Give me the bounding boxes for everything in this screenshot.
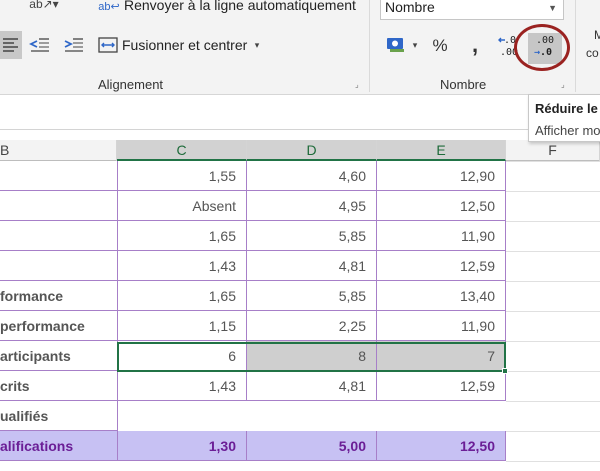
cell-d[interactable]: 5,85 — [247, 221, 377, 251]
comma-style-icon[interactable]: , — [466, 32, 484, 57]
row-label[interactable]: articipants — [0, 341, 117, 371]
merge-dropdown-icon[interactable]: ▾ — [252, 40, 262, 50]
cell-e[interactable]: 12,90 — [377, 161, 506, 191]
ribbon: ab↗▾ ab↩ Renvoyer à la ligne automatique… — [0, 0, 600, 95]
table-row: crits 1,43 4,81 12,59 — [0, 371, 506, 401]
cell-d[interactable]: 4,60 — [247, 161, 377, 191]
cell-e[interactable]: 11,90 — [377, 311, 506, 341]
cell-e[interactable]: 11,90 — [377, 221, 506, 251]
column-header-d[interactable]: D — [247, 140, 377, 161]
currency-icon[interactable] — [385, 34, 407, 56]
tooltip-description: Afficher mo — [535, 123, 600, 138]
cell-c[interactable]: 6 — [117, 341, 247, 371]
row-label[interactable] — [0, 161, 117, 191]
cell-d[interactable]: 5,85 — [247, 281, 377, 311]
cell-d[interactable]: 5,00 — [247, 431, 377, 461]
cell-c[interactable]: 1,15 — [117, 311, 247, 341]
cell-d[interactable]: 4,95 — [247, 191, 377, 221]
cell-c[interactable]: 1,65 — [117, 281, 247, 311]
column-header-e[interactable]: E — [377, 140, 506, 161]
cell-c[interactable]: 1,65 — [117, 221, 247, 251]
decrease-indent-icon[interactable] — [29, 34, 51, 56]
chevron-down-icon: ▼ — [548, 3, 557, 13]
number-group-label: Nombre — [440, 77, 487, 92]
table-row: 1,65 5,85 11,90 — [0, 221, 506, 251]
cell-e[interactable]: 7 — [377, 341, 506, 371]
row-label[interactable]: formance — [0, 281, 117, 311]
cell-c[interactable]: 1,30 — [117, 431, 247, 461]
styles-cut-bottom: co — [586, 46, 599, 60]
empty-grid — [506, 161, 600, 471]
row-label[interactable] — [0, 191, 117, 221]
align-left-button[interactable] — [0, 31, 22, 59]
tooltip-title: Réduire le — [535, 101, 598, 116]
tooltip: Réduire le Afficher mo — [528, 94, 600, 142]
cell-d[interactable]: 8 — [247, 341, 377, 371]
percent-icon[interactable]: % — [430, 35, 450, 57]
column-headers: B C D E F — [0, 140, 600, 161]
formula-bar[interactable] — [0, 111, 600, 130]
cell-e[interactable]: 12,59 — [377, 251, 506, 281]
cell-c[interactable]: Absent — [117, 191, 247, 221]
cell-e[interactable] — [377, 401, 506, 431]
fill-handle[interactable] — [502, 368, 508, 374]
orientation-icon[interactable]: ab↗▾ — [29, 0, 58, 12]
row-label[interactable]: alifications — [0, 431, 117, 461]
cell-c[interactable]: 1,43 — [117, 251, 247, 281]
cell-e[interactable]: 12,59 — [377, 371, 506, 401]
cell-d[interactable]: 4,81 — [247, 251, 377, 281]
cell-d[interactable]: 4,81 — [247, 371, 377, 401]
row-label[interactable] — [0, 251, 117, 281]
table-row: alifications 1,30 5,00 12,50 — [0, 431, 506, 461]
cell-c[interactable] — [117, 401, 247, 431]
highlight-circle — [514, 24, 570, 71]
cell-c[interactable]: 1,55 — [117, 161, 247, 191]
currency-dropdown-icon[interactable]: ▾ — [410, 40, 420, 50]
cell-e[interactable]: 12,50 — [377, 431, 506, 461]
table-row: 1,43 4,81 12,59 — [0, 251, 506, 281]
number-launcher-icon[interactable]: ⌟ — [561, 81, 569, 89]
table-row: performance 1,15 2,25 11,90 — [0, 311, 506, 341]
wrap-text-icon[interactable]: ab↩ — [98, 0, 119, 14]
ribbon-border — [0, 94, 600, 95]
row-label[interactable]: crits — [0, 371, 117, 401]
alignment-group-label: Alignement — [98, 77, 164, 92]
row-label[interactable]: performance — [0, 311, 117, 341]
styles-cut-top: M — [594, 28, 600, 42]
cell-d[interactable] — [247, 401, 377, 431]
merge-center-icon[interactable] — [98, 36, 118, 54]
cell-d[interactable]: 2,25 — [247, 311, 377, 341]
increase-indent-icon[interactable] — [63, 34, 85, 56]
number-format-dropdown[interactable]: Nombre ▼ — [380, 0, 564, 20]
column-header-b[interactable]: B — [0, 140, 117, 161]
table-row: formance 1,65 5,85 13,40 — [0, 281, 506, 311]
table-row: articipants 6 8 7 — [0, 341, 506, 371]
table-row: ualifiés — [0, 401, 506, 431]
group-separator — [369, 0, 370, 92]
cell-e[interactable]: 13,40 — [377, 281, 506, 311]
table-row: Absent 4,95 12,50 — [0, 191, 506, 221]
group-separator — [575, 0, 576, 92]
alignment-launcher-icon[interactable]: ⌟ — [355, 81, 363, 89]
number-format-value: Nombre — [385, 0, 435, 15]
column-header-f[interactable]: F — [506, 140, 600, 161]
column-header-c[interactable]: C — [117, 140, 247, 161]
table-row: 1,55 4,60 12,90 — [0, 161, 506, 191]
row-label[interactable] — [0, 221, 117, 251]
cell-c[interactable]: 1,43 — [117, 371, 247, 401]
row-label[interactable]: ualifiés — [0, 401, 117, 431]
align-left-icon — [3, 38, 18, 52]
cell-e[interactable]: 12,50 — [377, 191, 506, 221]
wrap-text-button[interactable]: Renvoyer à la ligne automatiquement — [124, 0, 356, 13]
merge-center-button[interactable]: Fusionner et centrer — [122, 37, 247, 53]
